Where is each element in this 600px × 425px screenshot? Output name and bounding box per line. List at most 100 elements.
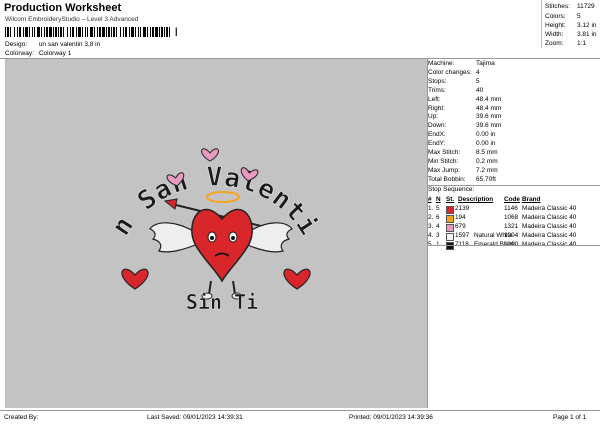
stop-number: 2. xyxy=(428,214,434,221)
design-value: un san valentin 3,8 in xyxy=(38,41,101,48)
design-bottom-text: Sin Ti xyxy=(186,290,258,314)
thread-color-swatch xyxy=(446,233,454,241)
stat-label: Width: xyxy=(545,31,564,38)
info-row: Machine: Tajima xyxy=(428,60,495,67)
left-heart-icon xyxy=(121,268,149,290)
info-row: Down: 39.6 mm xyxy=(428,122,501,129)
info-label: Stops: xyxy=(428,77,447,85)
barcode xyxy=(5,27,170,37)
stop-number: 3. xyxy=(428,223,434,230)
info-row: EndX: 0.00 in xyxy=(428,131,496,138)
thread-code: 1146 xyxy=(504,205,518,212)
stitch-count: 1597 xyxy=(455,232,470,239)
needle-number: 4 xyxy=(436,223,440,230)
info-row: Stops: 5 xyxy=(428,78,480,85)
footer: Created By: Last Saved: 09/01/2023 14:39… xyxy=(0,410,600,425)
design-preview-canvas: Un San Valentin xyxy=(0,36,427,408)
printed-date: Printed: 09/01/2023 14:39:36 xyxy=(349,414,433,421)
stop-sequence-title: Stop Sequence: xyxy=(428,186,475,193)
stat-value: 3.81 in xyxy=(577,31,597,38)
stat-label: Colors: xyxy=(545,13,566,20)
info-value: 8.5 mm xyxy=(476,149,498,156)
info-label: Min Stitch: xyxy=(428,157,459,165)
info-value: Tajima xyxy=(476,60,495,67)
info-label: Max Jump: xyxy=(428,166,460,174)
info-label: EndY: xyxy=(428,140,446,148)
info-value: 4 xyxy=(476,68,480,76)
stat-value: 5 xyxy=(577,13,581,20)
info-row: Max Stitch: 8.5 mm xyxy=(428,149,498,156)
stop-number: 4. xyxy=(428,232,434,239)
stop-column-header: Brand xyxy=(522,196,541,203)
info-row: Total Bobbin: 65.70ft xyxy=(428,176,496,183)
last-saved: Last Saved: 09/01/2023 14:39:31 xyxy=(147,414,243,421)
stop-column-header: Code xyxy=(504,196,520,203)
page-number: Page 1 of 1 xyxy=(553,414,587,421)
stop-column-header: St. xyxy=(446,196,455,203)
colorway-value: Colorway 1 xyxy=(38,50,72,57)
info-value: 0.2 mm xyxy=(476,157,498,165)
stat-width: Width: 3.81 in xyxy=(545,31,597,38)
stat-label: Stitches: xyxy=(545,3,570,10)
info-label: Color changes: xyxy=(428,68,472,76)
info-row: Min Stitch: 0.2 mm xyxy=(428,158,498,165)
stat-zoom: Zoom: 1:1 xyxy=(545,40,586,47)
stat-value: 1:1 xyxy=(577,40,587,47)
stop-column-header: N xyxy=(436,196,441,203)
info-row: Trims: 40 xyxy=(428,87,483,94)
info-value: 65.70ft xyxy=(476,175,496,183)
page-title: Production Worksheet xyxy=(4,2,122,14)
stop-number: 1. xyxy=(428,205,434,212)
thread-color-swatch xyxy=(446,224,454,232)
table-divider xyxy=(428,245,600,246)
left-wing-icon xyxy=(149,222,199,253)
info-label: Trims: xyxy=(428,86,446,94)
stop-column-header: Description xyxy=(458,196,494,203)
info-label: Up: xyxy=(428,113,439,121)
info-label: Max Stitch: xyxy=(428,149,461,156)
software-subtitle: Wilcom EmbroideryStudio – Level 3 Advanc… xyxy=(5,16,139,23)
info-label: Left: xyxy=(428,95,441,103)
panel-divider xyxy=(427,59,428,408)
info-row: EndY: 0.00 in xyxy=(428,140,496,147)
info-value: 39.6 mm xyxy=(476,113,502,121)
info-row: Color changes: 4 xyxy=(428,69,480,76)
barcode-suffix: | xyxy=(175,26,178,36)
info-row: Left: 48.4 mm xyxy=(428,96,501,103)
small-heart-icon xyxy=(201,148,219,162)
stat-label: Zoom: xyxy=(545,40,564,47)
info-label: Total Bobbin: xyxy=(428,175,466,183)
stat-value: 3.12 in xyxy=(577,22,597,29)
colorway-label: Colorway: xyxy=(5,50,34,57)
thread-brand: Madeira Classic 40 xyxy=(522,232,577,239)
thread-code: 1004 xyxy=(504,232,519,239)
design-label: Design: xyxy=(5,41,28,48)
info-value: 0.00 in xyxy=(476,140,496,148)
info-label: Right: xyxy=(428,104,445,112)
stitch-count: 194 xyxy=(455,214,466,221)
right-heart-icon xyxy=(283,268,311,290)
thread-color-swatch xyxy=(446,215,454,223)
stop-column-header: # xyxy=(428,196,432,203)
thread-brand: Madeira Classic 40 xyxy=(522,205,577,212)
stat-colors: Colors: 5 xyxy=(545,13,581,20)
info-row: Up: 39.6 mm xyxy=(428,113,501,120)
info-value: 48.4 mm xyxy=(476,104,502,112)
stats-panel: Stitches: 11729 Colors: 5 Height: 3.12 in W… xyxy=(541,0,600,48)
stat-stitches: Stitches: 11729 xyxy=(545,3,595,10)
halo-icon xyxy=(206,191,240,203)
info-row: Max Jump: 7.2 mm xyxy=(428,167,498,174)
stat-height: Height: 3.12 in xyxy=(545,22,597,29)
thread-color-swatch xyxy=(446,242,454,250)
info-row: Right: 48.4 mm xyxy=(428,105,501,112)
created-by: Created By: xyxy=(4,414,39,421)
info-value: 40 xyxy=(476,86,484,94)
stitch-count: 679 xyxy=(455,223,466,230)
thread-color-swatch xyxy=(446,206,454,214)
embroidery-design: Un San Valentin xyxy=(0,36,323,315)
needle-number: 5 xyxy=(436,205,440,212)
design-row: Design: un san valentin 3,8 in xyxy=(5,41,100,48)
info-value: 5 xyxy=(476,77,480,85)
thread-brand: Madeira Classic 40 xyxy=(522,214,577,221)
colorway-row: Colorway: Colorway 1 xyxy=(5,50,71,57)
